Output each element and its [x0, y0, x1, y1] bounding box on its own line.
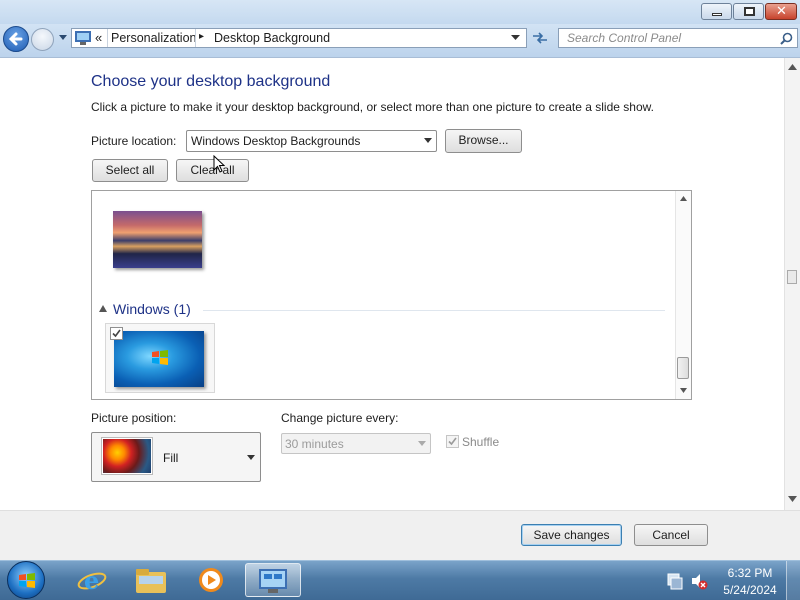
mouse-cursor-icon: [213, 155, 225, 173]
taskbar-control-panel[interactable]: [245, 563, 301, 597]
flower-thumbnail: [103, 439, 151, 473]
minimize-button[interactable]: [701, 3, 732, 20]
page-description: Click a picture to make it your desktop …: [91, 100, 654, 114]
wallpaper-thumbnail-landscape[interactable]: [113, 211, 202, 268]
close-button[interactable]: ✕: [765, 3, 797, 20]
list-scrollbar[interactable]: [675, 191, 691, 399]
wallpaper-item-windows[interactable]: [105, 323, 215, 393]
group-divider: [203, 310, 665, 311]
wallpaper-checkbox[interactable]: [110, 327, 123, 340]
scroll-down-icon[interactable]: [788, 496, 797, 502]
browse-button[interactable]: Browse...: [445, 129, 522, 153]
back-arrow-icon: [8, 32, 23, 46]
start-button[interactable]: [7, 561, 45, 599]
picture-position-label: Picture position:: [91, 411, 177, 425]
taskbar-windows-explorer[interactable]: [124, 563, 180, 597]
check-icon: [112, 329, 121, 338]
windows-logo-icon: [152, 350, 168, 365]
show-desktop-button[interactable]: [786, 561, 800, 600]
control-panel-icon: [259, 569, 287, 593]
divider: [195, 29, 196, 47]
address-dropdown-icon[interactable]: [511, 35, 520, 41]
taskbar-internet-explorer[interactable]: e: [64, 563, 120, 597]
chevron-down-icon: [418, 441, 426, 446]
action-center-icon[interactable]: [667, 572, 683, 590]
breadcrumb-chevron[interactable]: «: [95, 30, 102, 45]
back-button[interactable]: [3, 26, 29, 52]
wallpaper-thumbnail-windows: [114, 331, 204, 387]
address-field[interactable]: « Personalization ▸ Desktop Background: [71, 28, 527, 48]
divider: [107, 29, 108, 47]
chevron-down-icon: [424, 138, 432, 143]
picture-location-value: Windows Desktop Backgrounds: [191, 134, 361, 148]
cancel-button[interactable]: Cancel: [634, 524, 708, 546]
breadcrumb-desktop-background[interactable]: Desktop Background: [214, 31, 330, 45]
refresh-icon: [533, 32, 547, 44]
scroll-up-icon[interactable]: [680, 196, 687, 201]
title-bar: [0, 0, 800, 24]
clock-time[interactable]: 6:32 PM: [718, 566, 782, 580]
restore-icon: [744, 7, 755, 16]
change-picture-label: Change picture every:: [281, 411, 399, 425]
scroll-down-icon[interactable]: [680, 388, 687, 393]
minimize-icon: [712, 13, 722, 16]
shuffle-checkbox[interactable]: [446, 435, 459, 448]
picture-location-dropdown[interactable]: Windows Desktop Backgrounds: [186, 130, 437, 152]
windows-logo-icon: [19, 573, 35, 588]
volume-muted-icon[interactable]: [690, 572, 708, 590]
search-icon[interactable]: [780, 32, 793, 45]
chevron-down-icon: [247, 455, 255, 460]
breadcrumb-separator[interactable]: ▸: [199, 31, 204, 42]
control-panel-icon: [75, 31, 91, 45]
collapse-group-icon[interactable]: [99, 305, 107, 313]
breadcrumb-personalization[interactable]: Personalization: [111, 31, 196, 45]
internet-explorer-icon: e: [77, 566, 107, 594]
search-input[interactable]: Search Control Panel: [558, 28, 798, 48]
close-icon: ✕: [776, 3, 787, 18]
scroll-up-icon[interactable]: [788, 64, 797, 70]
check-icon: [448, 437, 457, 446]
refresh-button[interactable]: [529, 28, 552, 48]
clock-date[interactable]: 5/24/2024: [718, 583, 782, 597]
picture-position-value: Fill: [163, 451, 179, 465]
save-changes-button[interactable]: Save changes: [521, 524, 622, 546]
svg-text:e: e: [84, 566, 99, 594]
page-scrollbar[interactable]: [784, 58, 800, 510]
position-preview: [101, 437, 153, 475]
page-title: Choose your desktop background: [91, 73, 331, 90]
forward-button[interactable]: [31, 28, 54, 51]
taskbar-media-player[interactable]: [184, 563, 240, 597]
maximize-button[interactable]: [733, 3, 764, 20]
search-placeholder: Search Control Panel: [567, 31, 682, 45]
folder-icon: [136, 569, 166, 593]
group-title-windows: Windows (1): [113, 301, 191, 317]
picture-location-label: Picture location:: [91, 134, 177, 148]
recent-pages-dropdown-icon[interactable]: [58, 34, 68, 42]
picture-position-dropdown[interactable]: Fill: [91, 432, 261, 482]
scroll-grip[interactable]: [787, 270, 797, 284]
change-interval-dropdown[interactable]: 30 minutes: [281, 433, 431, 454]
select-all-button[interactable]: Select all: [92, 159, 168, 182]
media-player-icon: [199, 568, 223, 592]
scroll-thumb[interactable]: [677, 357, 689, 379]
shuffle-label: Shuffle: [462, 435, 500, 449]
change-interval-value: 30 minutes: [285, 437, 344, 451]
